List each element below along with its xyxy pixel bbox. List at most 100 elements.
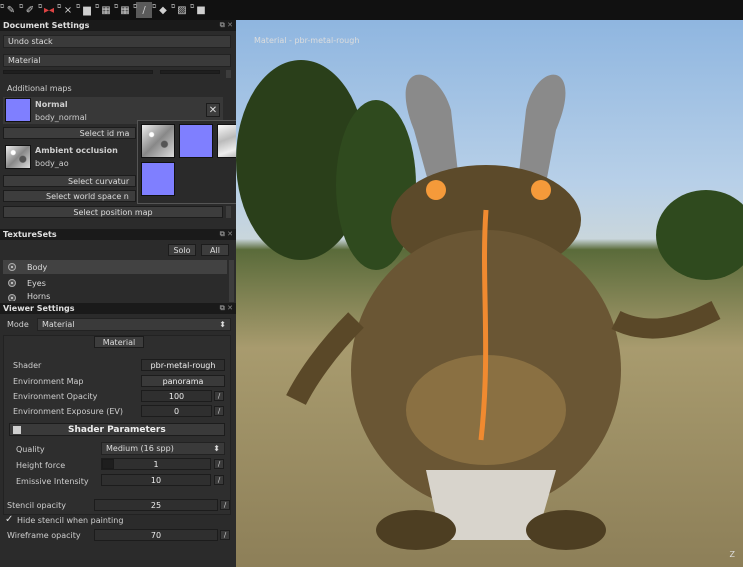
edit-icon[interactable]: / [214,475,224,485]
emissive-value[interactable]: 10 [101,474,211,486]
env-exposure-value[interactable]: 0 [141,405,212,417]
close-icon: ✕ [208,104,218,116]
select-id-map-label: Select id ma [79,128,130,138]
solo-button[interactable]: Solo [168,244,196,256]
panel-controls-icon[interactable]: ⧉ ✕ [220,303,233,314]
map-picker-popup [137,120,251,204]
shader-label: Shader [13,361,42,370]
document-settings-header: Document Settings ⧉ ✕ [0,20,236,31]
material-field[interactable]: Material [3,54,231,67]
ao-map-thumbnail[interactable] [5,145,31,169]
paint-brush-icon[interactable]: ⧉ / [133,2,152,18]
select-id-map-button[interactable]: Select id ma [3,127,136,139]
select-position-map-button[interactable]: Select position map [3,206,223,218]
hide-stencil-label: Hide stencil when painting [17,516,124,525]
wireframe-opacity-label: Wireframe opacity [7,531,81,540]
normal-map-title: Normal [35,100,68,109]
paint-icon[interactable]: ⧉ ✎ [0,2,19,18]
doc-scrollbar[interactable] [226,70,231,78]
grid-icon[interactable]: ⧉ ▦ [95,2,114,18]
image-icon[interactable]: ⧉ ▨ [171,2,190,18]
env-opacity-value[interactable]: 100 [141,390,212,402]
left-panel: Document Settings ⧉ ✕ Undo stack Materia… [0,20,236,567]
env-exposure-label: Environment Exposure (EV) [13,407,123,416]
radio-icon[interactable] [8,294,16,301]
chevron-down-icon: ⬍ [213,444,220,453]
viewer-settings-title: Viewer Settings [3,304,75,313]
stencil-opacity-value[interactable]: 25 [94,499,218,511]
edit-icon[interactable]: / [214,391,224,401]
texturesets-header: TextureSets ⧉ ✕ [0,229,236,240]
env-opacity-label: Environment Opacity [13,392,98,401]
env-map-select[interactable]: panorama [141,375,225,387]
quality-select[interactable]: Medium (16 spp) ⬍ [101,442,225,455]
solo-label: Solo [173,245,191,255]
edit-icon[interactable]: / [220,500,230,510]
shader-parameters-label: Shader Parameters [68,425,166,435]
panel-controls-icon[interactable]: ⧉ ✕ [220,20,233,31]
select-curvature-label: Select curvatur [68,176,130,186]
hide-stencil-checkbox-icon[interactable]: ✓ [5,514,13,525]
chevron-down-icon: ⬍ [219,320,226,329]
texture-set-eyes[interactable]: Eyes [3,276,227,290]
camera-icon[interactable]: ⧉ ▆ [76,2,95,18]
grid-view-icon[interactable]: ⧉ ▦ [114,2,133,18]
normal-map-option[interactable] [179,124,213,158]
axis-gizmo-icon: Z [729,550,735,559]
stamp-icon[interactable]: ⧉ ■ [190,2,209,18]
edit-icon[interactable]: / [214,459,224,469]
mode-value: Material [42,320,75,329]
texture-set-body[interactable]: Body [3,260,227,274]
shader-select[interactable]: pbr-metal-rough [141,359,225,371]
panel-controls-icon[interactable]: ⧉ ✕ [220,229,233,240]
ao-map-option[interactable] [141,124,175,158]
creature-model[interactable] [236,20,743,567]
viewer-settings-header: Viewer Settings ⧉ ✕ [0,303,236,314]
select-curvature-button[interactable]: Select curvatur [3,175,136,187]
eraser-icon[interactable]: ⧉ ◆ [152,2,171,18]
quality-label: Quality [16,445,45,454]
all-button[interactable]: All [201,244,229,256]
texture-set-horns[interactable]: Horns [3,291,227,301]
all-label: All [210,245,220,255]
radio-icon[interactable] [8,279,16,287]
select-world-space-label: Select world space n [46,191,129,201]
ao-map-file: body_ao [35,159,69,168]
env-map-label: Environment Map [13,377,84,386]
texturesets-scrollbar[interactable] [229,260,234,302]
texture-set-label: Body [27,262,48,272]
select-world-space-button[interactable]: Select world space n [3,190,136,202]
main-toolbar: ⧉ ✎ ⧉ ✐ ⧉ ▸◂ ⧉ × ⧉ ▆ ⧉ ▦ ⧉ ▦ ⧉ / ⧉ ◆ ⧉ ▨ ⧉ ■ [0,0,743,20]
3d-viewport[interactable]: Material - pbr-metal-rough Z [236,20,743,567]
brush-icon[interactable]: ⧉ ✐ [19,2,38,18]
doc-scrollbar-lower[interactable] [226,206,231,218]
quality-value: Medium (16 spp) [106,444,174,453]
undo-stack-label: Undo stack [8,37,53,46]
material-button-label: Material [102,337,136,347]
edit-icon[interactable]: / [214,406,224,416]
wireframe-opacity-value[interactable]: 70 [94,529,218,541]
texture-set-label: Eyes [27,278,46,288]
emissive-label: Emissive Intensity [16,477,89,486]
edit-icon[interactable]: / [220,530,230,540]
viewport-title: Material - pbr-metal-rough [254,36,360,45]
undo-stack-field[interactable]: Undo stack [3,35,231,48]
close-popup-button[interactable]: ✕ [206,103,220,117]
normal-map-file: body_normal [35,113,87,122]
collapse-checkbox-icon[interactable] [13,426,21,434]
mirror-icon[interactable]: ⧉ × [57,2,76,18]
slider-fill [102,459,114,469]
radio-icon[interactable] [8,263,16,271]
height-force-value[interactable]: 1 [101,458,211,470]
slider-bar[interactable] [3,70,153,74]
mode-select[interactable]: Material ⬍ [37,318,231,331]
slider-bar[interactable] [160,70,220,74]
symmetry-icon[interactable]: ⧉ ▸◂ [38,2,57,18]
mode-label: Mode [7,320,29,329]
select-position-label: Select position map [73,207,153,217]
normal-map-thumbnail[interactable] [5,98,31,122]
ao-map-title: Ambient occlusion [35,146,118,155]
height-force-label: Height force [16,461,66,470]
material-button[interactable]: Material [94,336,144,348]
normal-map-option-2[interactable] [141,162,175,196]
